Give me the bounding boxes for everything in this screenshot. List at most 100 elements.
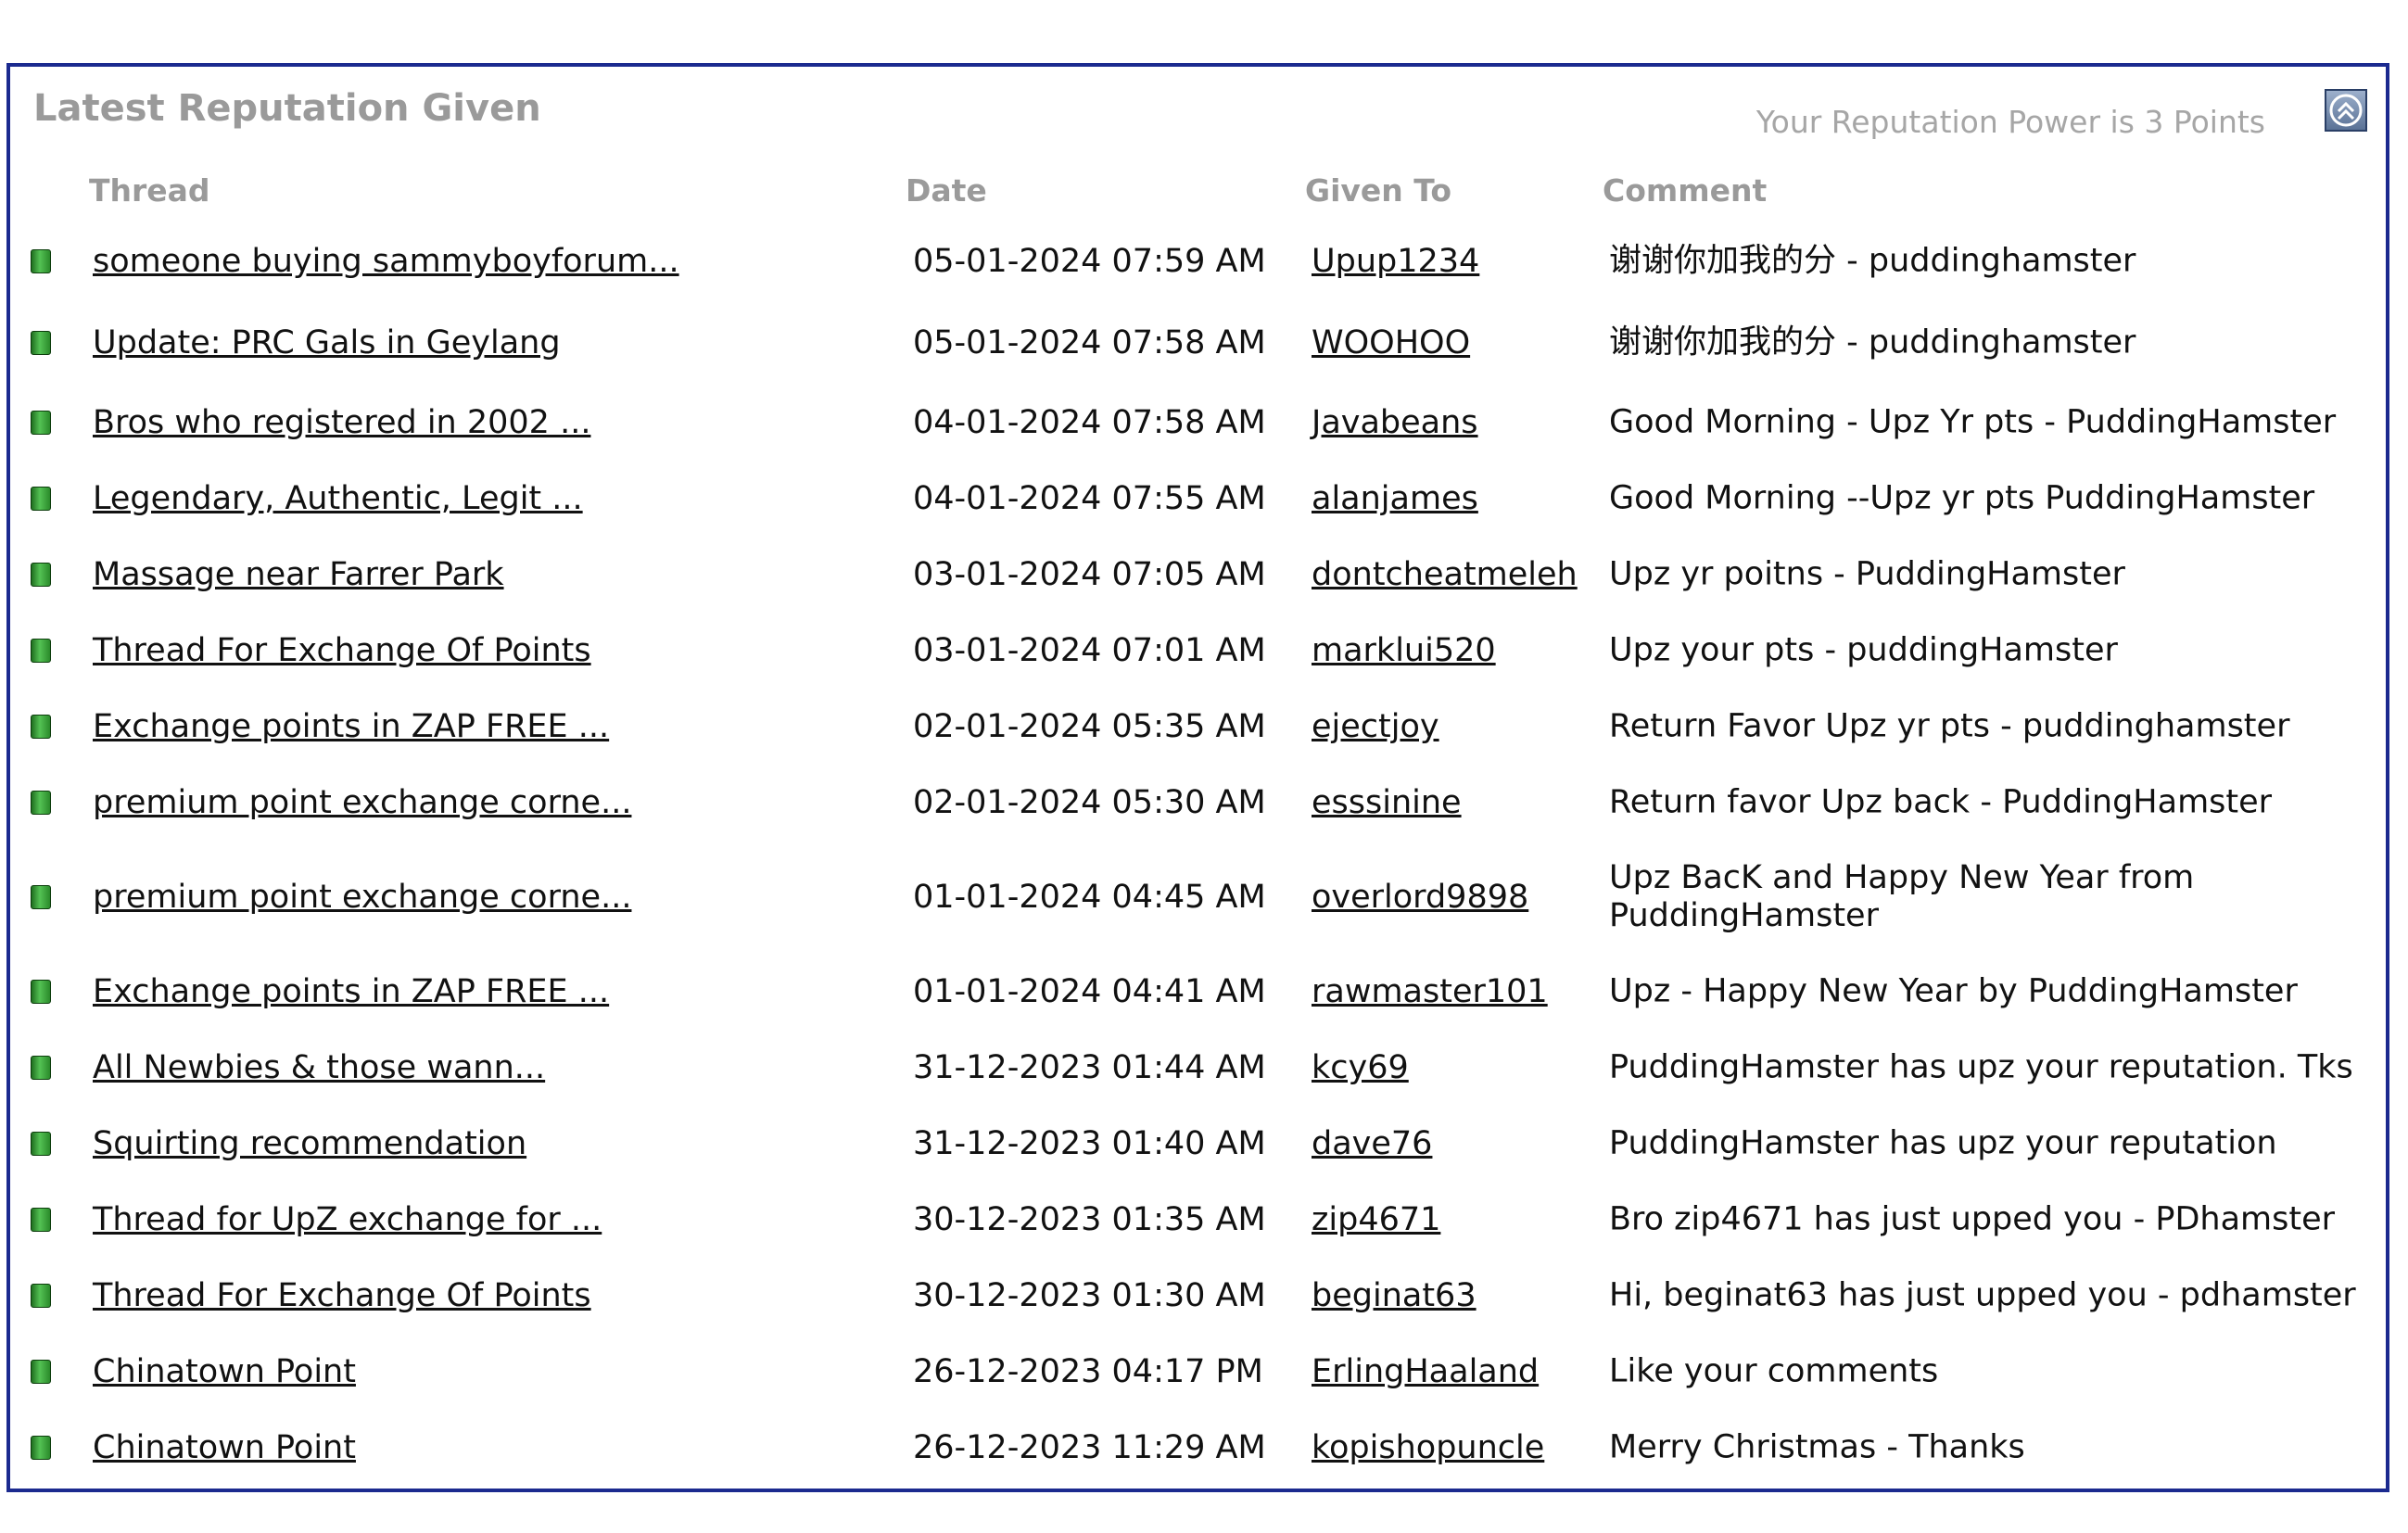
given-to-user-link[interactable]: kcy69: [1312, 1049, 1409, 1086]
given-to-user-link[interactable]: kopishopuncle: [1312, 1429, 1544, 1466]
comment-cell: Good Morning - Upz Yr pts - PuddingHamst…: [1609, 403, 2337, 441]
table-row: Legendary, Authentic, Legit ... 04-01-202…: [10, 461, 2386, 537]
thread-link[interactable]: Chinatown Point: [93, 1429, 356, 1466]
thread-link[interactable]: Exchange points in ZAP FREE ...: [93, 973, 609, 1010]
column-header-given-to: Given To: [1305, 172, 1452, 209]
comment-cell: 谢谢你加我的分 - puddinghamster: [1609, 242, 2136, 280]
status-bullet-icon: [31, 885, 51, 909]
status-bullet-icon: [31, 1284, 51, 1308]
status-bullet-icon: [31, 1132, 51, 1156]
date-cell: 05-01-2024 07:58 AM: [913, 324, 1266, 361]
given-to-user-link[interactable]: beginat63: [1312, 1277, 1476, 1314]
status-bullet-icon: [31, 639, 51, 663]
table-row: Chinatown Point 26-12-2023 11:29 AM kopish…: [10, 1410, 2386, 1486]
given-to-user-link[interactable]: dave76: [1312, 1125, 1432, 1162]
thread-link[interactable]: Massage near Farrer Park: [93, 556, 504, 593]
thread-link[interactable]: All Newbies & those wann...: [93, 1049, 545, 1086]
comment-cell: Return Favor Upz yr pts - puddinghamster: [1609, 707, 2290, 745]
date-cell: 02-01-2024 05:35 AM: [913, 708, 1266, 745]
thread-link[interactable]: Exchange points in ZAP FREE ...: [93, 708, 609, 745]
date-cell: 01-01-2024 04:41 AM: [913, 973, 1266, 1010]
comment-cell: Upz BacK and Happy New Year from Pudding…: [1609, 859, 2195, 934]
status-bullet-icon: [31, 1360, 51, 1384]
status-bullet-icon: [31, 249, 51, 273]
table-row: Thread for UpZ exchange for ... 30-12-202…: [10, 1182, 2386, 1258]
status-bullet-icon: [31, 487, 51, 511]
comment-cell: PuddingHamster has upz your reputation: [1609, 1124, 2277, 1162]
date-cell: 03-01-2024 07:01 AM: [913, 632, 1266, 669]
table-row: Thread For Exchange Of Points 03-01-2024 …: [10, 613, 2386, 689]
status-bullet-icon: [31, 791, 51, 815]
thread-link[interactable]: premium point exchange corne...: [93, 879, 631, 916]
given-to-user-link[interactable]: dontcheatmeleh: [1312, 556, 1578, 593]
date-cell: 30-12-2023 01:35 AM: [913, 1201, 1266, 1238]
table-row: someone buying sammyboyforum... 05-01-202…: [10, 223, 2386, 299]
status-bullet-icon: [31, 563, 51, 587]
status-bullet-icon: [31, 411, 51, 435]
thread-link[interactable]: Update: PRC Gals in Geylang: [93, 324, 561, 361]
table-row: All Newbies & those wann... 31-12-2023 01…: [10, 1030, 2386, 1106]
table-row: premium point exchange corne... 01-01-202…: [10, 842, 2386, 953]
status-bullet-icon: [31, 1208, 51, 1232]
thread-link[interactable]: Squirting recommendation: [93, 1125, 526, 1162]
table-row: Chinatown Point 26-12-2023 04:17 PM Erling…: [10, 1334, 2386, 1410]
given-to-user-link[interactable]: WOOHOO: [1312, 324, 1470, 361]
comment-cell: Return favor Upz back - PuddingHamster: [1609, 783, 2273, 821]
given-to-user-link[interactable]: esssinine: [1312, 784, 1462, 821]
column-header-comment: Comment: [1603, 172, 1768, 209]
given-to-user-link[interactable]: zip4671: [1312, 1201, 1440, 1238]
panel-title: Latest Reputation Given: [33, 87, 541, 130]
date-cell: 02-01-2024 05:30 AM: [913, 784, 1266, 821]
comment-cell: Good Morning --Upz yr pts PuddingHamster: [1609, 479, 2315, 517]
thread-link[interactable]: premium point exchange corne...: [93, 784, 631, 821]
date-cell: 26-12-2023 11:29 AM: [913, 1429, 1266, 1466]
status-bullet-icon: [31, 1056, 51, 1080]
reputation-power-text: Your Reputation Power is 3 Points: [1755, 104, 2265, 140]
given-to-user-link[interactable]: Upup1234: [1312, 243, 1479, 280]
column-header-thread: Thread: [89, 172, 210, 209]
given-to-user-link[interactable]: alanjames: [1312, 480, 1478, 517]
date-cell: 31-12-2023 01:40 AM: [913, 1125, 1266, 1162]
table-row: Update: PRC Gals in Geylang 05-01-2024 07…: [10, 305, 2386, 381]
status-bullet-icon: [31, 715, 51, 739]
reputation-panel: Latest Reputation Given Your Reputation …: [6, 63, 2389, 1492]
comment-cell: PuddingHamster has upz your reputation. …: [1609, 1048, 2353, 1086]
given-to-user-link[interactable]: ErlingHaaland: [1312, 1353, 1539, 1390]
comment-cell: Hi, beginat63 has just upped you - pdham…: [1609, 1276, 2356, 1314]
date-cell: 04-01-2024 07:58 AM: [913, 404, 1266, 441]
thread-link[interactable]: someone buying sammyboyforum...: [93, 243, 679, 280]
status-bullet-icon: [31, 980, 51, 1004]
date-cell: 31-12-2023 01:44 AM: [913, 1049, 1266, 1086]
table-row: premium point exchange corne... 02-01-202…: [10, 765, 2386, 841]
column-header-date: Date: [906, 172, 987, 209]
comment-cell: Merry Christmas - Thanks: [1609, 1428, 2025, 1466]
given-to-user-link[interactable]: Javabeans: [1312, 404, 1478, 441]
given-to-user-link[interactable]: ejectjoy: [1312, 708, 1439, 745]
thread-link[interactable]: Bros who registered in 2002 ...: [93, 404, 590, 441]
comment-cell: Bro zip4671 has just upped you - PDhamst…: [1609, 1200, 2336, 1238]
comment-cell: Upz - Happy New Year by PuddingHamster: [1609, 972, 2298, 1010]
status-bullet-icon: [31, 331, 51, 355]
date-cell: 05-01-2024 07:59 AM: [913, 243, 1266, 280]
status-bullet-icon: [31, 1436, 51, 1460]
comment-cell: Upz your pts - puddingHamster: [1609, 631, 2118, 669]
table-row: Squirting recommendation 31-12-2023 01:40…: [10, 1106, 2386, 1182]
table-row: Bros who registered in 2002 ... 04-01-202…: [10, 385, 2386, 461]
date-cell: 26-12-2023 04:17 PM: [913, 1353, 1263, 1390]
table-row: Massage near Farrer Park 03-01-2024 07:05…: [10, 537, 2386, 613]
given-to-user-link[interactable]: rawmaster101: [1312, 973, 1548, 1010]
collapse-up-icon[interactable]: [2325, 89, 2367, 132]
thread-link[interactable]: Thread for UpZ exchange for ...: [93, 1201, 602, 1238]
table-row: Exchange points in ZAP FREE ... 01-01-202…: [10, 954, 2386, 1030]
given-to-user-link[interactable]: marklui520: [1312, 632, 1496, 669]
comment-cell: 谢谢你加我的分 - puddinghamster: [1609, 323, 2136, 361]
date-cell: 30-12-2023 01:30 AM: [913, 1277, 1266, 1314]
table-row: Thread For Exchange Of Points 30-12-2023 …: [10, 1258, 2386, 1334]
comment-cell: Upz yr poitns - PuddingHamster: [1609, 555, 2125, 593]
thread-link[interactable]: Chinatown Point: [93, 1353, 356, 1390]
given-to-user-link[interactable]: overlord9898: [1312, 879, 1528, 916]
thread-link[interactable]: Legendary, Authentic, Legit ...: [93, 480, 583, 517]
date-cell: 03-01-2024 07:05 AM: [913, 556, 1266, 593]
thread-link[interactable]: Thread For Exchange Of Points: [93, 1277, 591, 1314]
thread-link[interactable]: Thread For Exchange Of Points: [93, 632, 591, 669]
